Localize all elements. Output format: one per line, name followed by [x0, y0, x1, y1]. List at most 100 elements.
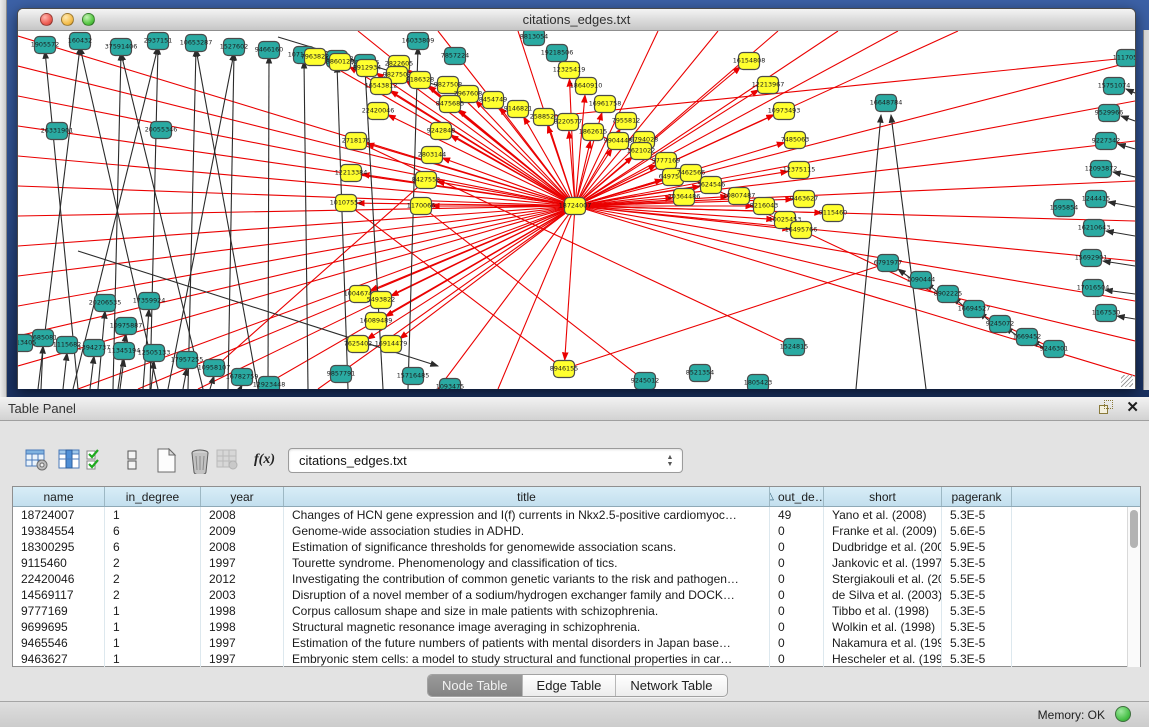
column-header-in_degree[interactable]: in_degree	[105, 487, 201, 506]
table-cell[interactable]: 5.3E-5	[942, 603, 1012, 619]
column-header-name[interactable]: name	[13, 487, 105, 506]
table-cell[interactable]: Disruption of a novel member of a sodium…	[284, 587, 770, 603]
table-cell[interactable]: Wolkin et al. (1998)	[824, 619, 942, 635]
table-cell[interactable]: Stergiakouli et al. (2012)	[824, 571, 942, 587]
column-header-pagerank[interactable]: pagerank	[942, 487, 1012, 506]
table-cell[interactable]: 1	[105, 651, 201, 667]
network-node[interactable]: 15692901	[1075, 250, 1108, 267]
table-cell[interactable]: 6	[105, 539, 201, 555]
select-rows-icon[interactable]	[86, 448, 106, 472]
network-edge[interactable]	[188, 49, 196, 389]
network-node[interactable]: 20206535	[89, 295, 122, 312]
network-node[interactable]: 1905572	[31, 37, 59, 54]
network-edge[interactable]	[1126, 89, 1135, 93]
network-node[interactable]: 8216043	[750, 198, 778, 215]
network-node[interactable]: 1170066	[407, 198, 435, 215]
network-node[interactable]: 20055346	[145, 122, 178, 139]
network-node[interactable]: 12213384	[335, 165, 368, 182]
network-edge[interactable]	[1105, 290, 1135, 294]
network-node[interactable]: 7485063	[781, 132, 809, 149]
table-cell[interactable]: 5.5E-5	[942, 571, 1012, 587]
network-node[interactable]: 1090444	[907, 272, 935, 289]
network-node[interactable]: 9242848	[427, 123, 455, 140]
table-cell[interactable]: 49	[770, 507, 824, 523]
network-node[interactable]: 8427552	[412, 172, 440, 189]
table-cell[interactable]: de Silva et al. (2003)	[824, 587, 942, 603]
network-edge[interactable]	[268, 56, 269, 389]
table-cell[interactable]: 1	[105, 603, 201, 619]
table-cell[interactable]: 9777169	[13, 603, 105, 619]
table-cell[interactable]: Estimation of the future numbers of pati…	[284, 635, 770, 651]
network-edge[interactable]	[575, 206, 1135, 261]
table-cell[interactable]: Hescheler et al. (1997)	[824, 651, 942, 667]
table-cell[interactable]: 2009	[201, 523, 284, 539]
table-cell[interactable]: 0	[770, 571, 824, 587]
column-header-out_de[interactable]: △out_de…	[770, 487, 824, 506]
table-cell[interactable]: 6	[105, 523, 201, 539]
table-row[interactable]: 911546021997Tourette syndrome. Phenomeno…	[13, 555, 1140, 571]
table-cell[interactable]: 5.6E-5	[942, 523, 1012, 539]
table-row[interactable]: 1872400712008Changes of HCN gene express…	[13, 507, 1140, 523]
table-cell[interactable]: Embryonic stem cells: a model to study s…	[284, 651, 770, 667]
network-graph[interactable]: 1905572160432375914062937151106532871527…	[18, 31, 1135, 389]
table-cell[interactable]: 1997	[201, 635, 284, 651]
network-edge[interactable]	[1113, 172, 1135, 177]
network-node[interactable]: 11345194	[108, 343, 141, 360]
column-header-title[interactable]: title	[284, 487, 770, 506]
network-node[interactable]: 2803144	[418, 147, 446, 164]
close-panel-icon[interactable]: ✕	[1126, 400, 1139, 415]
network-node[interactable]: 1093475	[436, 379, 464, 390]
network-node[interactable]: 1595854	[1050, 200, 1078, 217]
table-cell[interactable]: 9115460	[13, 555, 105, 571]
network-edge[interactable]	[150, 47, 158, 389]
table-cell[interactable]: 0	[770, 555, 824, 571]
table-cell[interactable]: Changes of HCN gene expression and I(f) …	[284, 507, 770, 523]
table-row[interactable]: 1456911722003Disruption of a novel membe…	[13, 587, 1140, 603]
function-builder-icon[interactable]: f(x)	[254, 452, 275, 468]
network-node[interactable]: 8186328	[406, 72, 434, 89]
network-edge[interactable]	[183, 368, 187, 389]
column-header-year[interactable]: year	[201, 487, 284, 506]
network-node[interactable]: 9463627	[790, 191, 818, 208]
network-node[interactable]: 1167530	[1092, 305, 1120, 322]
network-edge[interactable]	[18, 206, 575, 306]
network-node[interactable]: 7625402	[344, 336, 372, 353]
network-node[interactable]: 9245072	[986, 316, 1014, 333]
table-row[interactable]: 977716911998Corpus callosum shape and si…	[13, 603, 1140, 619]
table-cell[interactable]: 1	[105, 619, 201, 635]
column-chooser-icon[interactable]	[126, 448, 140, 472]
table-cell[interactable]: 9465546	[13, 635, 105, 651]
table-cell[interactable]: 5.9E-5	[942, 539, 1012, 555]
scrollbar-thumb[interactable]	[1130, 510, 1138, 548]
network-edge[interactable]	[421, 206, 645, 381]
table-cell[interactable]: 0	[770, 603, 824, 619]
network-node[interactable]: 2937151	[144, 33, 172, 50]
network-node[interactable]: 19218506	[541, 45, 574, 62]
network-node[interactable]: 9246301	[1040, 341, 1068, 358]
table-cell[interactable]: 5.3E-5	[942, 619, 1012, 635]
network-node[interactable]: 15716485	[397, 368, 430, 385]
network-node[interactable]: 12093872	[1085, 161, 1118, 178]
network-edge[interactable]	[565, 206, 575, 360]
table-cell[interactable]: Genome-wide association studies in ADHD.	[284, 523, 770, 539]
table-cell[interactable]: 1	[105, 507, 201, 523]
network-edge[interactable]	[856, 115, 881, 389]
select-column-icon[interactable]	[58, 448, 82, 472]
delete-table-icon[interactable]	[189, 448, 213, 474]
table-cell[interactable]: Estimation of significance thresholds fo…	[284, 539, 770, 555]
table-cell[interactable]: 5.3E-5	[942, 651, 1012, 667]
network-edge[interactable]	[891, 115, 926, 389]
table-cell[interactable]: 19384554	[13, 523, 105, 539]
network-node[interactable]: 9466160	[255, 42, 283, 59]
network-node[interactable]: 16694527	[958, 301, 991, 318]
table-row[interactable]: 969969511998Structural magnetic resonanc…	[13, 619, 1140, 635]
network-node[interactable]: 8521354	[686, 365, 714, 382]
table-cell[interactable]: 0	[770, 587, 824, 603]
network-node[interactable]: 1117053	[1113, 50, 1135, 67]
network-node[interactable]: 16154808	[733, 53, 766, 70]
tab-network-table[interactable]: Network Table	[616, 675, 726, 696]
table-cell[interactable]: Tourette syndrome. Phenomenology and cla…	[284, 555, 770, 571]
window-resize-grip[interactable]	[1121, 375, 1133, 387]
network-edge[interactable]	[168, 53, 234, 389]
network-node[interactable]: 16648784	[870, 95, 903, 112]
